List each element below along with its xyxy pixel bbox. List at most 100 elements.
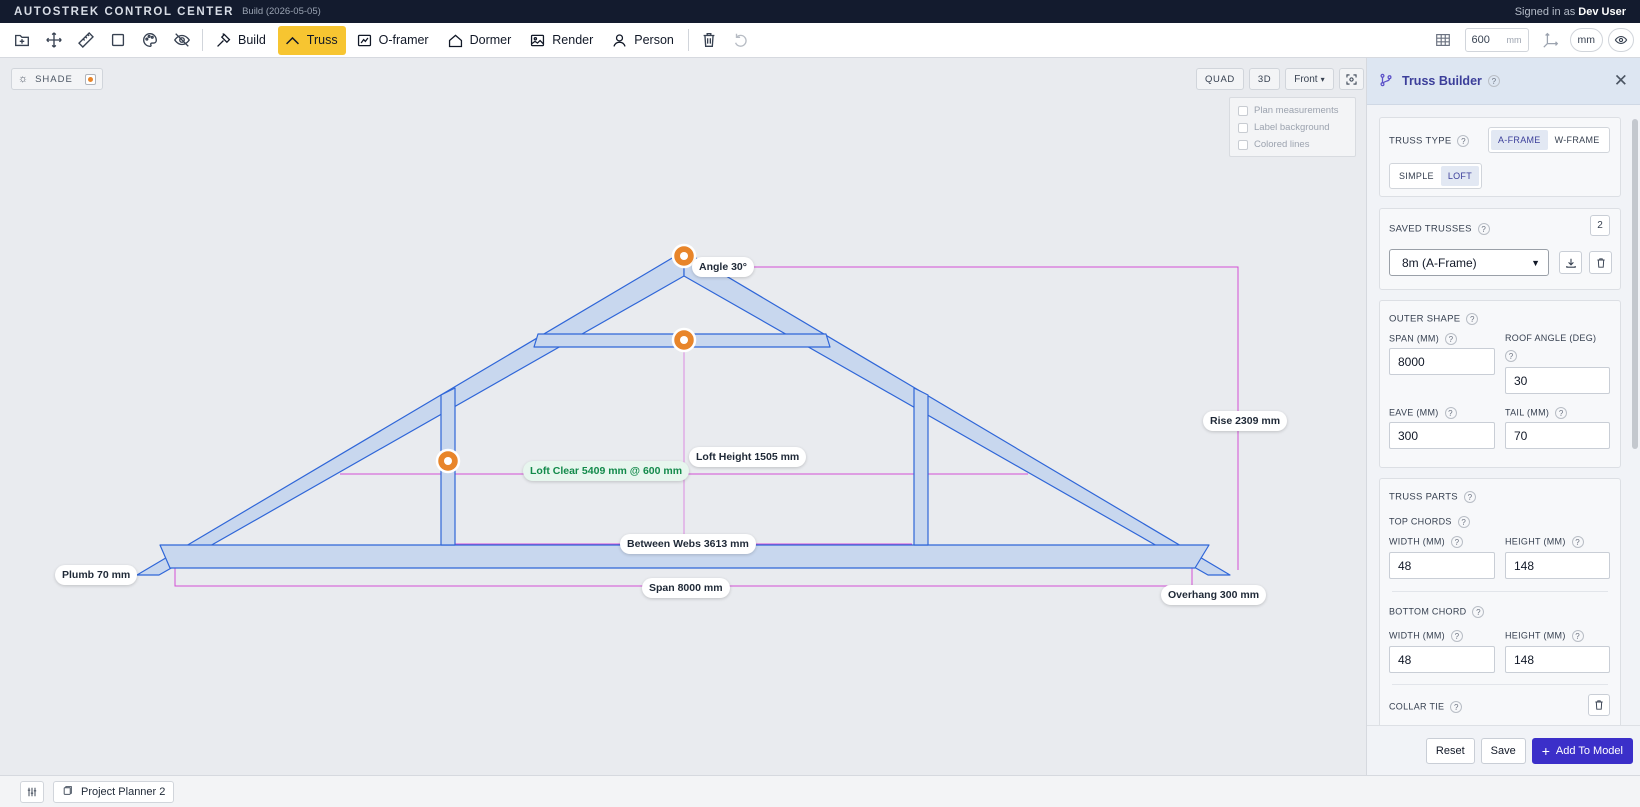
o-framer-button[interactable]: O-framer [350,26,437,55]
roof-angle-input[interactable]: 30 [1505,367,1610,394]
trash-icon[interactable] [694,26,724,54]
sliders-icon[interactable] [20,780,44,803]
right-web[interactable] [913,387,929,546]
sun-icon: ☼ [18,73,30,85]
top-width-input[interactable]: 48 [1389,552,1495,579]
grid-icon[interactable] [1428,26,1458,54]
between-webs-label: Between Webs 3613 mm [620,534,756,554]
bottom-width-input[interactable]: 48 [1389,646,1495,673]
add-to-model-button[interactable]: + Add To Model [1531,737,1633,764]
project-tab[interactable]: Project Planner 2 [53,780,175,803]
help-icon[interactable]: ? [1450,536,1463,548]
label-background-option[interactable]: Label background [1238,119,1347,136]
truss-button[interactable]: Truss [277,25,346,55]
palette-icon[interactable] [135,26,165,54]
outer-shape-card: OUTER SHAPE? SPAN (MM)? 8000 ROOF ANGLE … [1379,300,1621,468]
person-button[interactable]: Person [605,26,682,55]
3d-view-button[interactable]: 3D [1248,68,1281,90]
viewport-canvas[interactable]: ☼ SHADE QUAD 3D Front ▾ Plan measurements… [0,58,1366,775]
saved-trusses-card: SAVED TRUSSES? 2 8m (A-Frame) ▼ [1379,208,1621,290]
eye-icon[interactable] [1608,28,1634,52]
git-branch-icon [1379,73,1393,90]
help-icon[interactable]: ? [1505,350,1517,362]
help-icon[interactable]: ? [1457,516,1470,528]
eye-off-icon[interactable] [167,26,197,54]
view-controls: QUAD 3D Front ▾ [1196,68,1364,90]
right-top-chord[interactable] [683,250,1231,576]
fit-view-icon[interactable] [1338,68,1364,90]
span-input[interactable]: 8000 [1389,348,1495,375]
web-handle[interactable] [435,448,461,474]
help-icon[interactable]: ? [1555,407,1568,419]
scrollbar-thumb[interactable] [1632,119,1638,449]
panel-scrollbar[interactable] [1629,105,1640,725]
chevron-down-icon: ▾ [1320,74,1325,84]
shade-toggle[interactable]: ☼ SHADE [11,68,103,90]
plan-measurements-option[interactable]: Plan measurements [1238,102,1347,119]
top-chords-label: TOP CHORDS? [1389,516,1470,528]
top-height-input[interactable]: 148 [1505,552,1610,579]
loft-height-label: Loft Height 1505 mm [689,447,807,467]
person-icon [613,33,626,47]
saved-count-badge: 2 [1590,215,1610,236]
help-icon[interactable]: ? [1472,606,1485,618]
user-name[interactable]: Dev User [1578,6,1626,18]
move-icon[interactable] [39,26,69,54]
square-icon[interactable] [103,26,133,54]
toolbar-right-group: 600 mm mm [1427,26,1634,54]
help-icon[interactable]: ? [1487,75,1500,87]
collar-tie-label: COLLAR TIE? [1389,701,1463,713]
save-button[interactable]: Save [1480,737,1526,764]
delete-saved-icon[interactable] [1589,251,1612,274]
dormer-button[interactable]: Dormer [441,26,520,55]
bottom-width-label: WIDTH (MM)? [1389,630,1463,642]
checkbox[interactable] [1238,105,1248,116]
render-button[interactable]: Render [523,26,601,55]
help-icon[interactable]: ? [1466,313,1479,325]
help-icon[interactable]: ? [1477,223,1490,235]
view-select[interactable]: Front ▾ [1285,68,1334,90]
help-icon[interactable]: ? [1571,630,1584,642]
truss-parts-card: TRUSS PARTS? TOP CHORDS? WIDTH (MM)? 48 … [1379,478,1621,725]
quad-view-button[interactable]: QUAD [1196,68,1244,90]
bottom-height-input[interactable]: 148 [1505,646,1610,673]
help-icon[interactable]: ? [1571,536,1584,548]
delete-collar-tie-icon[interactable] [1588,694,1610,716]
checkbox[interactable] [1238,139,1248,150]
loft-option[interactable]: LOFT [1440,166,1480,186]
help-icon[interactable]: ? [1444,407,1457,419]
checkbox[interactable] [1238,122,1248,133]
simple-option[interactable]: SIMPLE [1392,166,1441,186]
spacing-input[interactable]: 600 mm [1464,28,1529,52]
truss-parts-label: TRUSS PARTS? [1389,491,1476,503]
collar-handle[interactable] [671,327,697,353]
tail-input[interactable]: 70 [1505,422,1610,449]
new-project-icon[interactable] [7,26,37,54]
undo-icon[interactable] [726,26,756,54]
saved-truss-select[interactable]: 8m (A-Frame) ▼ [1389,249,1549,276]
ruler-icon[interactable] [71,26,101,54]
angle-label: Angle 30° [692,257,754,277]
help-icon[interactable]: ? [1457,135,1470,147]
a-frame-option[interactable]: A-FRAME [1491,130,1548,150]
help-icon[interactable]: ? [1445,333,1458,345]
eave-input[interactable]: 300 [1389,422,1495,449]
axis-icon[interactable] [1536,26,1566,54]
eave-field-label: EAVE (MM)? [1389,407,1457,419]
bottom-height-label: HEIGHT (MM)? [1505,630,1584,642]
help-icon[interactable]: ? [1450,701,1463,713]
download-icon[interactable] [1559,251,1582,274]
help-icon[interactable]: ? [1463,491,1476,503]
units-toggle[interactable]: mm [1569,28,1603,52]
close-icon[interactable]: ✕ [1614,71,1628,91]
section-divider [1392,591,1608,592]
truss-icon [285,36,299,44]
panel-body: TRUSS TYPE? A-FRAME W-FRAME SIMPLE LOFT … [1367,105,1629,725]
reset-button[interactable]: Reset [1425,737,1475,764]
w-frame-option[interactable]: W-FRAME [1548,130,1607,150]
shade-color-swatch[interactable] [84,73,96,85]
help-icon[interactable]: ? [1450,630,1463,642]
build-button[interactable]: Build [209,26,274,55]
colored-lines-option[interactable]: Colored lines [1238,136,1347,153]
left-top-chord[interactable] [136,250,685,576]
